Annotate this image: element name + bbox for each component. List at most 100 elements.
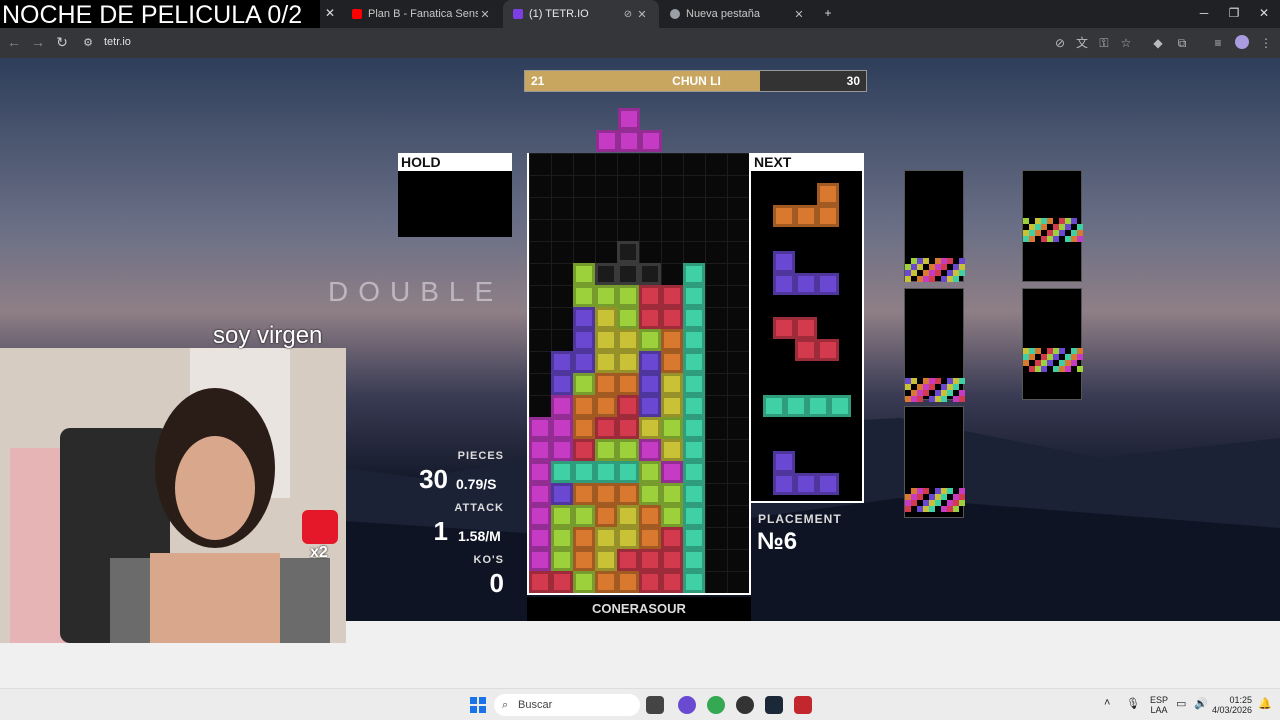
- network-icon[interactable]: ▭: [1176, 697, 1186, 710]
- pieces-rate: 0.79/S: [456, 476, 497, 492]
- tab-title: Plan B - Fanatica Sensual ft. Nic: [368, 8, 478, 20]
- block: [551, 373, 573, 395]
- chrome-icon[interactable]: [707, 696, 725, 714]
- next-queue: [751, 171, 864, 503]
- block: [639, 285, 661, 307]
- close-icon[interactable]: ✕: [322, 6, 338, 20]
- puzzle-icon[interactable]: ⧉: [1174, 35, 1190, 51]
- placement-value: №6: [757, 528, 798, 555]
- block: [529, 417, 551, 439]
- block: [661, 461, 683, 483]
- block: [529, 483, 551, 505]
- tab-youtube[interactable]: Plan B - Fanatica Sensual ft. Nic ✕: [342, 0, 502, 28]
- language-indicator[interactable]: ESP LAA: [1150, 695, 1168, 715]
- globe-icon: [670, 9, 680, 19]
- next-block: [773, 473, 795, 495]
- close-window-icon[interactable]: ✕: [1256, 6, 1272, 20]
- windows-start-icon[interactable]: [470, 697, 486, 713]
- pieces-value: 30: [419, 464, 448, 494]
- block: [683, 373, 705, 395]
- discord-icon[interactable]: [678, 696, 696, 714]
- block: [639, 439, 661, 461]
- mute-site-icon[interactable]: ⊘: [1052, 35, 1068, 51]
- block: [639, 505, 661, 527]
- block: [683, 439, 705, 461]
- next-block: [817, 183, 839, 205]
- block: [551, 395, 573, 417]
- site-info-icon[interactable]: ⚙: [80, 36, 96, 49]
- tab-tetrio[interactable]: (1) TETR.IO ⊘ ✕: [503, 0, 659, 28]
- next-block: [773, 205, 795, 227]
- close-icon[interactable]: ✕: [635, 8, 649, 21]
- mute-icon[interactable]: ⊘: [621, 9, 635, 20]
- reading-list-icon[interactable]: ≡: [1210, 35, 1226, 51]
- block: [639, 483, 661, 505]
- next-block: [795, 205, 817, 227]
- opponent-block: [959, 270, 965, 276]
- next-block: [817, 205, 839, 227]
- clock[interactable]: 01:25 4/03/2026: [1212, 695, 1252, 715]
- extension-icon[interactable]: ◆: [1150, 35, 1166, 51]
- microphone-icon[interactable]: 🎙: [1126, 697, 1140, 710]
- lang-top: ESP: [1150, 695, 1169, 705]
- url-field[interactable]: tetr.io: [104, 36, 131, 48]
- close-icon[interactable]: ✕: [792, 8, 806, 21]
- block: [617, 395, 639, 417]
- falling-block: [618, 130, 640, 152]
- password-icon[interactable]: ⚿: [1096, 35, 1112, 51]
- opponent-block: [959, 378, 965, 384]
- block: [573, 439, 595, 461]
- new-tab-button[interactable]: +: [820, 6, 836, 20]
- task-view-icon[interactable]: [646, 696, 664, 714]
- next-block: [817, 273, 839, 295]
- block: [595, 483, 617, 505]
- avatar[interactable]: [1234, 35, 1250, 51]
- tab-new[interactable]: Nueva pestaña ✕: [660, 0, 816, 28]
- app-icon[interactable]: [794, 696, 812, 714]
- block: [595, 571, 617, 593]
- block: [639, 307, 661, 329]
- versus-right-score: 30: [846, 74, 860, 88]
- block: [595, 549, 617, 571]
- next-block: [807, 395, 829, 417]
- block: [595, 351, 617, 373]
- minimize-icon[interactable]: ─: [1196, 6, 1212, 20]
- steam-icon[interactable]: [765, 696, 783, 714]
- block: [661, 329, 683, 351]
- block: [683, 483, 705, 505]
- next-block: [773, 451, 795, 473]
- playfield: [527, 153, 751, 595]
- close-icon[interactable]: ✕: [478, 8, 492, 21]
- restore-icon[interactable]: ❐: [1226, 6, 1242, 20]
- translate-icon[interactable]: 文: [1074, 35, 1090, 51]
- chevron-up-icon[interactable]: ˄: [1104, 697, 1110, 709]
- block: [639, 527, 661, 549]
- block: [573, 549, 595, 571]
- reload-icon[interactable]: ↻: [54, 34, 70, 51]
- block: [661, 307, 683, 329]
- tetrio-icon: [513, 9, 523, 19]
- taskbar-search[interactable]: ⌕ Buscar: [494, 694, 640, 716]
- block: [573, 307, 595, 329]
- block: [573, 483, 595, 505]
- block: [683, 351, 705, 373]
- opponent-block: [953, 276, 959, 282]
- volume-icon[interactable]: 🔊: [1194, 697, 1208, 710]
- block: [617, 329, 639, 351]
- obs-icon[interactable]: [736, 696, 754, 714]
- opponent-block: [959, 396, 965, 402]
- block: [683, 307, 705, 329]
- next-block: [817, 473, 839, 495]
- block: [595, 461, 617, 483]
- streamer-image: [0, 348, 346, 643]
- block: [551, 527, 573, 549]
- bookmark-icon[interactable]: ☆: [1118, 35, 1134, 51]
- block: [551, 351, 573, 373]
- back-icon[interactable]: ←: [6, 34, 22, 50]
- forward-icon[interactable]: →: [30, 34, 46, 50]
- block: [661, 395, 683, 417]
- notification-icon[interactable]: 🔔: [1258, 697, 1272, 710]
- block: [551, 439, 573, 461]
- menu-icon[interactable]: ⋮: [1258, 35, 1274, 51]
- block: [617, 351, 639, 373]
